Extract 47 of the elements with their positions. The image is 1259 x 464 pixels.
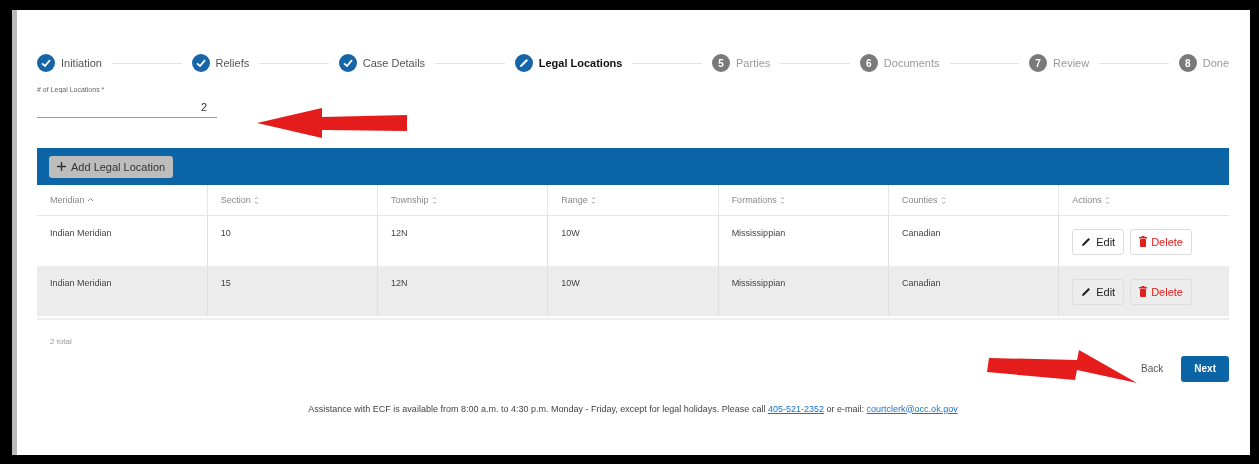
next-button[interactable]: Next xyxy=(1181,355,1229,382)
total-count: 2 total xyxy=(37,317,1229,351)
delete-button[interactable]: Delete xyxy=(1130,228,1192,255)
table-cell: Canadian xyxy=(888,215,1059,266)
table-cell: 10W xyxy=(547,265,719,316)
step-label: Review xyxy=(1053,57,1090,69)
add-location-button[interactable]: Add Legal Location xyxy=(49,155,174,178)
column-header[interactable]: Meridian xyxy=(37,185,208,215)
step-number: 6 xyxy=(859,54,878,72)
step-label: Reliefs xyxy=(215,57,250,69)
trash-icon xyxy=(1139,236,1148,247)
table-cell: Canadian xyxy=(888,265,1059,316)
pencil-icon xyxy=(1081,236,1093,247)
column-header[interactable]: Range xyxy=(547,185,719,215)
pencil-icon xyxy=(1081,286,1093,297)
plus-icon xyxy=(57,162,66,171)
column-header[interactable]: Section xyxy=(207,185,378,215)
column-header[interactable]: Formations xyxy=(718,185,889,215)
delete-button[interactable]: Delete xyxy=(1130,278,1192,305)
column-header[interactable]: Counties xyxy=(888,185,1059,215)
step-label: Case Details xyxy=(362,57,426,69)
table-cell: Mississippian xyxy=(718,215,889,266)
email-link[interactable]: courtclerk@occ.ok.gov xyxy=(866,403,958,414)
back-button[interactable]: Back xyxy=(1135,362,1170,375)
step-number: 7 xyxy=(1029,54,1048,72)
step-number: 5 xyxy=(712,54,731,72)
step-label: Legal Locations xyxy=(538,57,623,69)
step-label: Documents xyxy=(883,57,940,69)
edit-button[interactable]: Edit xyxy=(1072,278,1125,305)
table-cell: 10 xyxy=(207,215,378,266)
step-label: Initiation xyxy=(61,57,102,69)
step-label: Done xyxy=(1202,57,1230,69)
table-cell: 10W xyxy=(547,215,719,266)
table-cell: Indian Meridian xyxy=(37,265,208,316)
table-cell: Indian Meridian xyxy=(37,215,208,266)
step-number: 8 xyxy=(1178,54,1197,72)
edit-button[interactable]: Edit xyxy=(1072,228,1125,255)
table-cell: 15 xyxy=(207,265,378,316)
assistance-text: Assistance with ECF is available from 8:00 a.m. to 4:30 p.m. Monday - Friday, except for legal holidays. Please call 405-521-2352 or e-mail: courtclerk@occ.ok.gov xyxy=(307,403,959,414)
step-label: Parties xyxy=(736,57,771,69)
table-cell: Mississippian xyxy=(718,265,889,316)
column-header[interactable]: Actions xyxy=(1058,185,1229,215)
column-header[interactable]: Township xyxy=(377,185,548,215)
table-cell: 12N xyxy=(377,215,548,266)
table-cell: 12N xyxy=(377,265,548,316)
trash-icon xyxy=(1139,286,1148,297)
phone-link[interactable]: 405-521-2352 xyxy=(767,403,824,414)
